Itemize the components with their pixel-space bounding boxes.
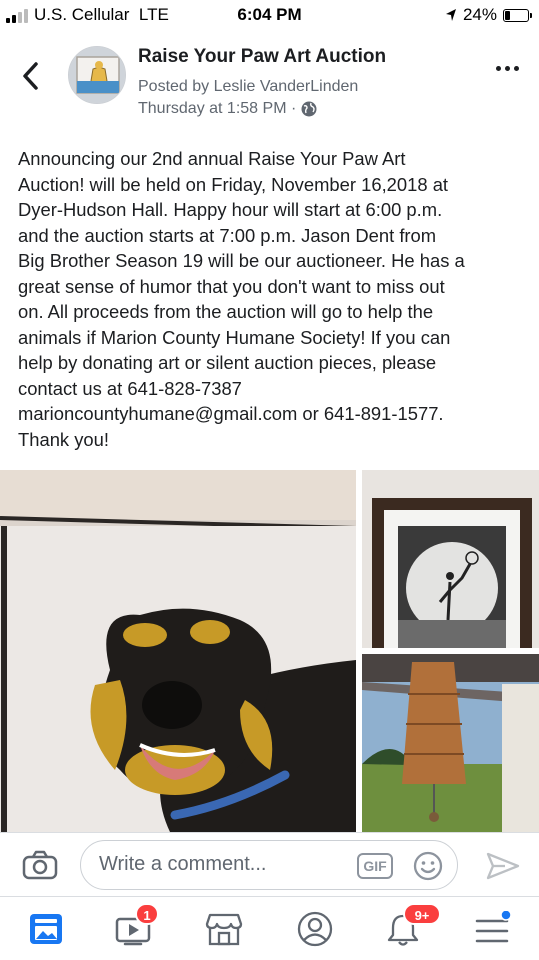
emoji-icon — [413, 851, 443, 881]
notifications-badge: 9+ — [403, 903, 441, 925]
dog-painting-image — [0, 470, 356, 832]
comment-placeholder: Write a comment... — [99, 853, 267, 875]
avatar-image — [69, 47, 125, 103]
post-text-line: great sense of humor that you don't want… — [18, 275, 445, 297]
framed-art-image — [362, 470, 539, 648]
post-header: Raise Your Paw Art Auction Posted by Les… — [0, 36, 539, 126]
photo-dog-painting[interactable] — [0, 470, 356, 832]
post-text-line: Auction! will be held on Friday, Novembe… — [18, 173, 449, 195]
post-text-line: Announcing our 2nd annual Raise Your Paw… — [18, 148, 406, 169]
camera-button[interactable] — [22, 850, 58, 880]
bottom-nav: 1 9+ — [0, 896, 539, 960]
more-horizontal-icon — [496, 66, 501, 71]
photo-framed-art[interactable] — [362, 470, 539, 648]
wind-chime-image — [362, 654, 539, 832]
battery-percent: 24% — [462, 5, 497, 24]
nav-notifications[interactable]: 9+ — [383, 903, 441, 947]
nav-news-feed[interactable] — [26, 911, 66, 947]
comment-input[interactable]: Write a comment... GIF — [80, 840, 458, 890]
emoji-button[interactable] — [413, 851, 443, 881]
send-icon — [486, 852, 520, 880]
chevron-left-icon — [23, 62, 38, 90]
nav-profile[interactable] — [295, 911, 335, 947]
gif-button[interactable]: GIF — [357, 853, 393, 879]
status-right: 24% — [445, 5, 532, 25]
news-feed-icon — [30, 914, 62, 944]
marketplace-icon — [205, 913, 243, 946]
post-text-line[interactable]: marioncountyhumane@gmail.com or 641-891-… — [18, 401, 528, 427]
back-button[interactable] — [16, 58, 44, 94]
page-title[interactable]: Raise Your Paw Art Auction — [138, 46, 386, 68]
menu-icon — [475, 909, 512, 943]
send-button[interactable] — [485, 851, 521, 881]
post-text-line: Dyer-Hudson Hall. Happy hour will start … — [18, 199, 443, 220]
photo-grid — [0, 470, 539, 832]
post-text-line: Thank you! — [18, 428, 109, 450]
post-text-line: contact us at 641-828-7387 — [18, 377, 242, 399]
post-text-line: help by donating art or silent auction p… — [18, 352, 437, 373]
battery-icon — [503, 8, 532, 22]
page-avatar[interactable] — [68, 46, 126, 104]
status-bar: U.S. Cellular LTE 6:04 PM 24% — [0, 0, 539, 30]
photo-wind-chime[interactable] — [362, 654, 539, 832]
post-author[interactable]: Posted by Leslie VanderLinden — [138, 78, 358, 96]
more-options-button[interactable] — [496, 66, 519, 71]
location-arrow-icon — [445, 9, 456, 21]
comment-composer: Write a comment... GIF — [0, 832, 539, 896]
post-text-line: Big Brother Season 19 will be our auctio… — [18, 250, 465, 271]
post-text: Announcing our 2nd annual Raise Your Paw… — [18, 146, 528, 452]
globe-icon — [301, 101, 317, 117]
post-timestamp[interactable]: Thursday at 1:58 PM · — [138, 100, 317, 118]
post-text-line: and the auction starts at 7:00 p.m. Jaso… — [18, 224, 437, 246]
profile-icon — [297, 911, 333, 947]
camera-icon — [22, 850, 58, 880]
post-text-line: on. All proceeds from the auction will g… — [18, 301, 434, 322]
post-text-line: animals if Marion County Humane Society!… — [18, 326, 451, 348]
nav-marketplace[interactable] — [204, 911, 244, 947]
nav-watch[interactable]: 1 — [113, 903, 159, 947]
nav-menu[interactable] — [472, 909, 512, 947]
watch-badge: 1 — [135, 903, 159, 925]
